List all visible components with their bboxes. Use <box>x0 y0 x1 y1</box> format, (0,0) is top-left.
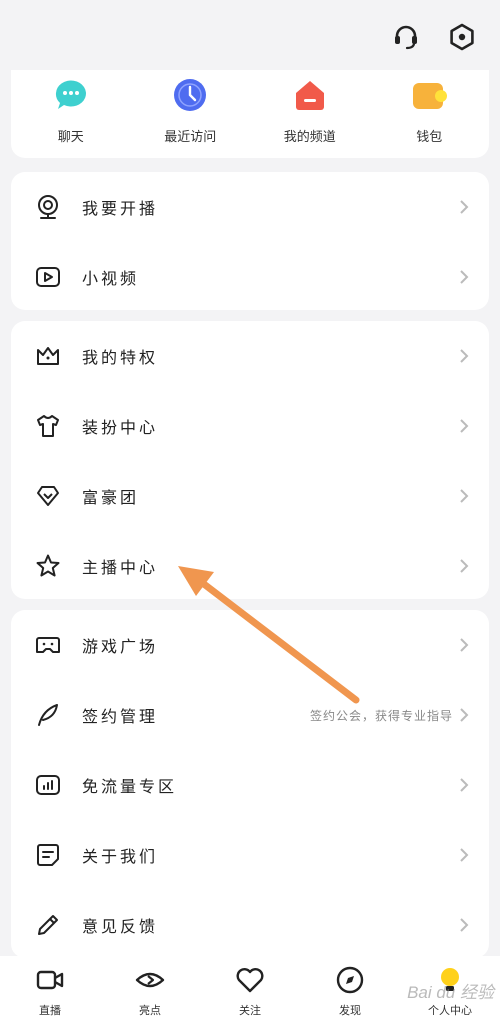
tab-label: 关注 <box>239 1004 261 1017</box>
menu-item-about-us[interactable]: 关于我们 <box>11 820 489 890</box>
menu-label: 免流量专区 <box>82 777 178 796</box>
quick-recent[interactable]: 最近访问 <box>131 70 251 158</box>
menu-item-contract[interactable]: 签约管理 签约公会，获得专业指导 <box>11 680 489 750</box>
watermark: Bai du 经验 <box>407 983 494 1002</box>
wallet-icon <box>413 83 448 109</box>
chevron-right-icon <box>460 708 469 722</box>
signal-card-icon <box>36 775 60 795</box>
camera-icon <box>36 970 64 990</box>
eye-icon <box>135 972 165 988</box>
menu-group-more: 游戏广场 签约管理 签约公会，获得专业指导 免流量专区 关于我们 意见反馈 <box>11 610 489 958</box>
chevron-right-icon <box>460 638 469 652</box>
chevron-right-icon <box>460 778 469 792</box>
heart-icon <box>236 968 264 993</box>
menu-item-feedback[interactable]: 意见反馈 <box>11 890 489 960</box>
chevron-right-icon <box>460 489 469 503</box>
quick-actions-card: 聊天 最近访问 我的频道 钱包 <box>11 70 489 158</box>
quick-recent-label: 最近访问 <box>164 130 217 145</box>
channel-house-icon <box>295 81 324 110</box>
menu-item-privileges[interactable]: 我的特权 <box>11 321 489 391</box>
video-play-icon <box>36 267 60 287</box>
pencil-icon <box>38 915 58 935</box>
chevron-right-icon <box>460 419 469 433</box>
chevron-right-icon <box>460 918 469 932</box>
quick-wallet[interactable]: 钱包 <box>370 70 490 158</box>
chevron-right-icon <box>460 200 469 214</box>
crown-icon <box>37 347 59 365</box>
headset-icon-svg <box>395 25 417 50</box>
chevron-right-icon <box>460 559 469 573</box>
chevron-right-icon <box>460 848 469 862</box>
headset-icon[interactable] <box>389 20 423 54</box>
quick-channel-label: 我的频道 <box>283 130 336 145</box>
tab-highlights[interactable]: 亮点 <box>100 956 200 1026</box>
quick-channel[interactable]: 我的频道 <box>250 70 370 158</box>
quick-chat-label: 聊天 <box>57 130 84 145</box>
quick-chat[interactable]: 聊天 <box>11 70 131 158</box>
top-bar <box>0 0 500 70</box>
menu-label: 签约管理 <box>82 707 159 726</box>
chevron-right-icon <box>460 349 469 363</box>
clock-icon <box>174 79 207 111</box>
menu-hint: 签约公会，获得专业指导 <box>309 708 453 723</box>
menu-item-dress-up[interactable]: 装扮中心 <box>11 391 489 461</box>
tab-label: 个人中心 <box>428 1004 472 1017</box>
star-icon <box>36 554 60 577</box>
menu-label: 富豪团 <box>82 488 140 507</box>
tab-follow[interactable]: 关注 <box>200 956 300 1026</box>
menu-label: 意见反馈 <box>82 917 159 936</box>
menu-group-privileges: 我的特权 装扮中心 富豪团 主播中心 <box>11 321 489 599</box>
tab-label: 直播 <box>39 1004 61 1017</box>
compass-icon <box>336 966 364 994</box>
tab-discover[interactable]: 发现 <box>300 956 400 1026</box>
menu-group-broadcast: 我要开播 小视频 <box>11 172 489 310</box>
menu-label: 游戏广场 <box>82 637 159 656</box>
tshirt-icon <box>37 415 59 437</box>
chat-bubble-icon <box>55 80 86 109</box>
settings-hex-icon[interactable] <box>445 20 479 54</box>
chevron-right-icon <box>460 270 469 284</box>
menu-label: 我的特权 <box>82 348 159 367</box>
menu-label: 主播中心 <box>82 558 159 577</box>
menu-item-rich-club[interactable]: 富豪团 <box>11 461 489 531</box>
menu-item-start-broadcast[interactable]: 我要开播 <box>11 172 489 242</box>
menu-item-anchor-center[interactable]: 主播中心 <box>11 531 489 601</box>
menu-item-short-video[interactable]: 小视频 <box>11 242 489 312</box>
menu-label: 关于我们 <box>82 847 159 866</box>
menu-label: 装扮中心 <box>82 418 159 437</box>
gamepad-icon <box>36 637 60 653</box>
webcam-icon <box>38 195 58 219</box>
menu-label: 我要开播 <box>82 199 159 218</box>
quick-wallet-label: 钱包 <box>416 130 443 145</box>
tab-live[interactable]: 直播 <box>0 956 100 1026</box>
settings-hex-icon-svg <box>450 23 474 51</box>
menu-item-free-data[interactable]: 免流量专区 <box>11 750 489 820</box>
tab-label: 发现 <box>339 1004 361 1017</box>
note-icon <box>37 844 59 866</box>
tab-label: 亮点 <box>139 1004 161 1017</box>
menu-label: 小视频 <box>82 269 140 288</box>
feather-icon <box>38 704 58 726</box>
menu-item-game-plaza[interactable]: 游戏广场 <box>11 610 489 680</box>
diamond-icon <box>37 486 59 506</box>
